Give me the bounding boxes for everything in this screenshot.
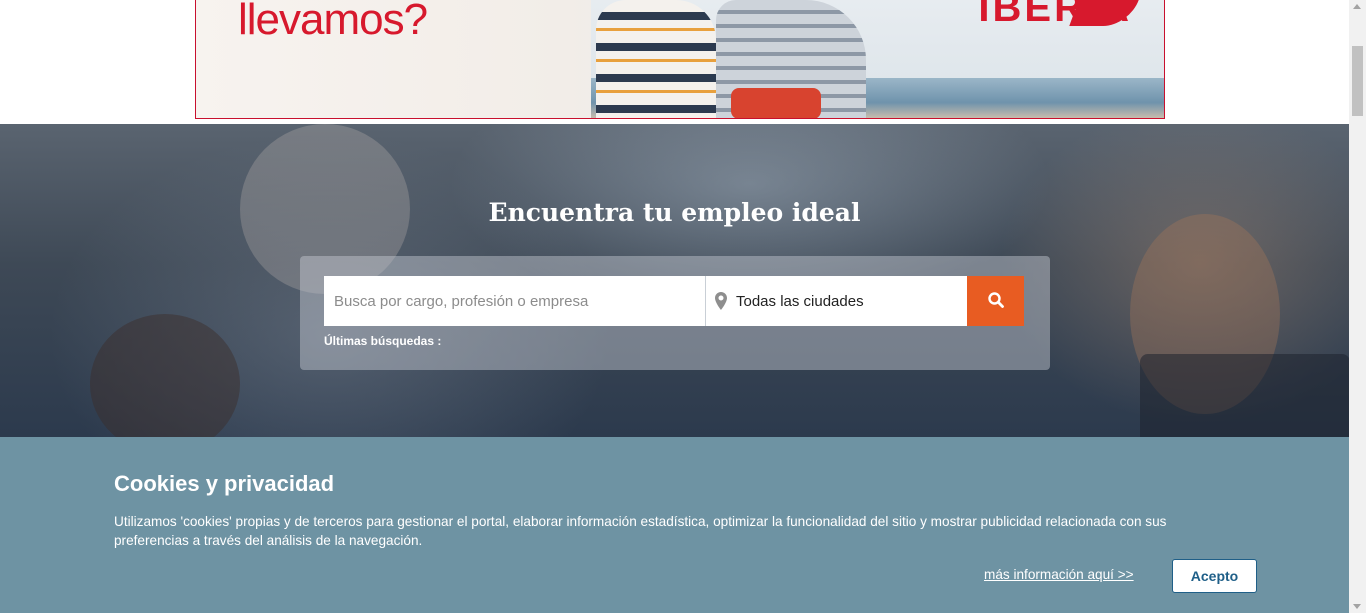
recent-searches-label: Últimas búsquedas : (324, 334, 442, 348)
scrollbar-thumb[interactable] (1352, 46, 1363, 116)
job-search-input[interactable] (324, 276, 706, 326)
scroll-down-arrow-icon[interactable] (1353, 604, 1361, 609)
cookie-title: Cookies y privacidad (114, 471, 335, 496)
page: llevamos? IBERIA Encuentra tu empleo ide… (0, 0, 1366, 613)
vertical-scrollbar[interactable] (1349, 0, 1366, 613)
more-info-link[interactable]: más información aquí >> (984, 567, 1134, 582)
location-select[interactable]: Todas las ciudades (706, 276, 967, 326)
search-button[interactable] (967, 276, 1024, 326)
job-search-hero: Encuentra tu empleo ideal Todas las ciud… (0, 124, 1349, 437)
advertisement-banner[interactable]: llevamos? IBERIA (195, 0, 1165, 119)
search-icon (987, 291, 1004, 311)
accept-cookies-button[interactable]: Acepto (1172, 559, 1257, 593)
location-value: Todas las ciudades (736, 292, 864, 310)
scroll-up-arrow-icon[interactable] (1353, 4, 1361, 9)
cookie-consent-bar: Cookies y privacidad Utilizamos 'cookies… (0, 437, 1349, 613)
banner-headline: llevamos? (238, 0, 428, 44)
cookie-description: Utilizamos 'cookies' propias y de tercer… (114, 514, 1167, 548)
hero-title: Encuentra tu empleo ideal (488, 198, 861, 227)
map-pin-icon (706, 276, 736, 326)
search-panel: Todas las ciudades Últimas búsquedas : (300, 256, 1050, 370)
